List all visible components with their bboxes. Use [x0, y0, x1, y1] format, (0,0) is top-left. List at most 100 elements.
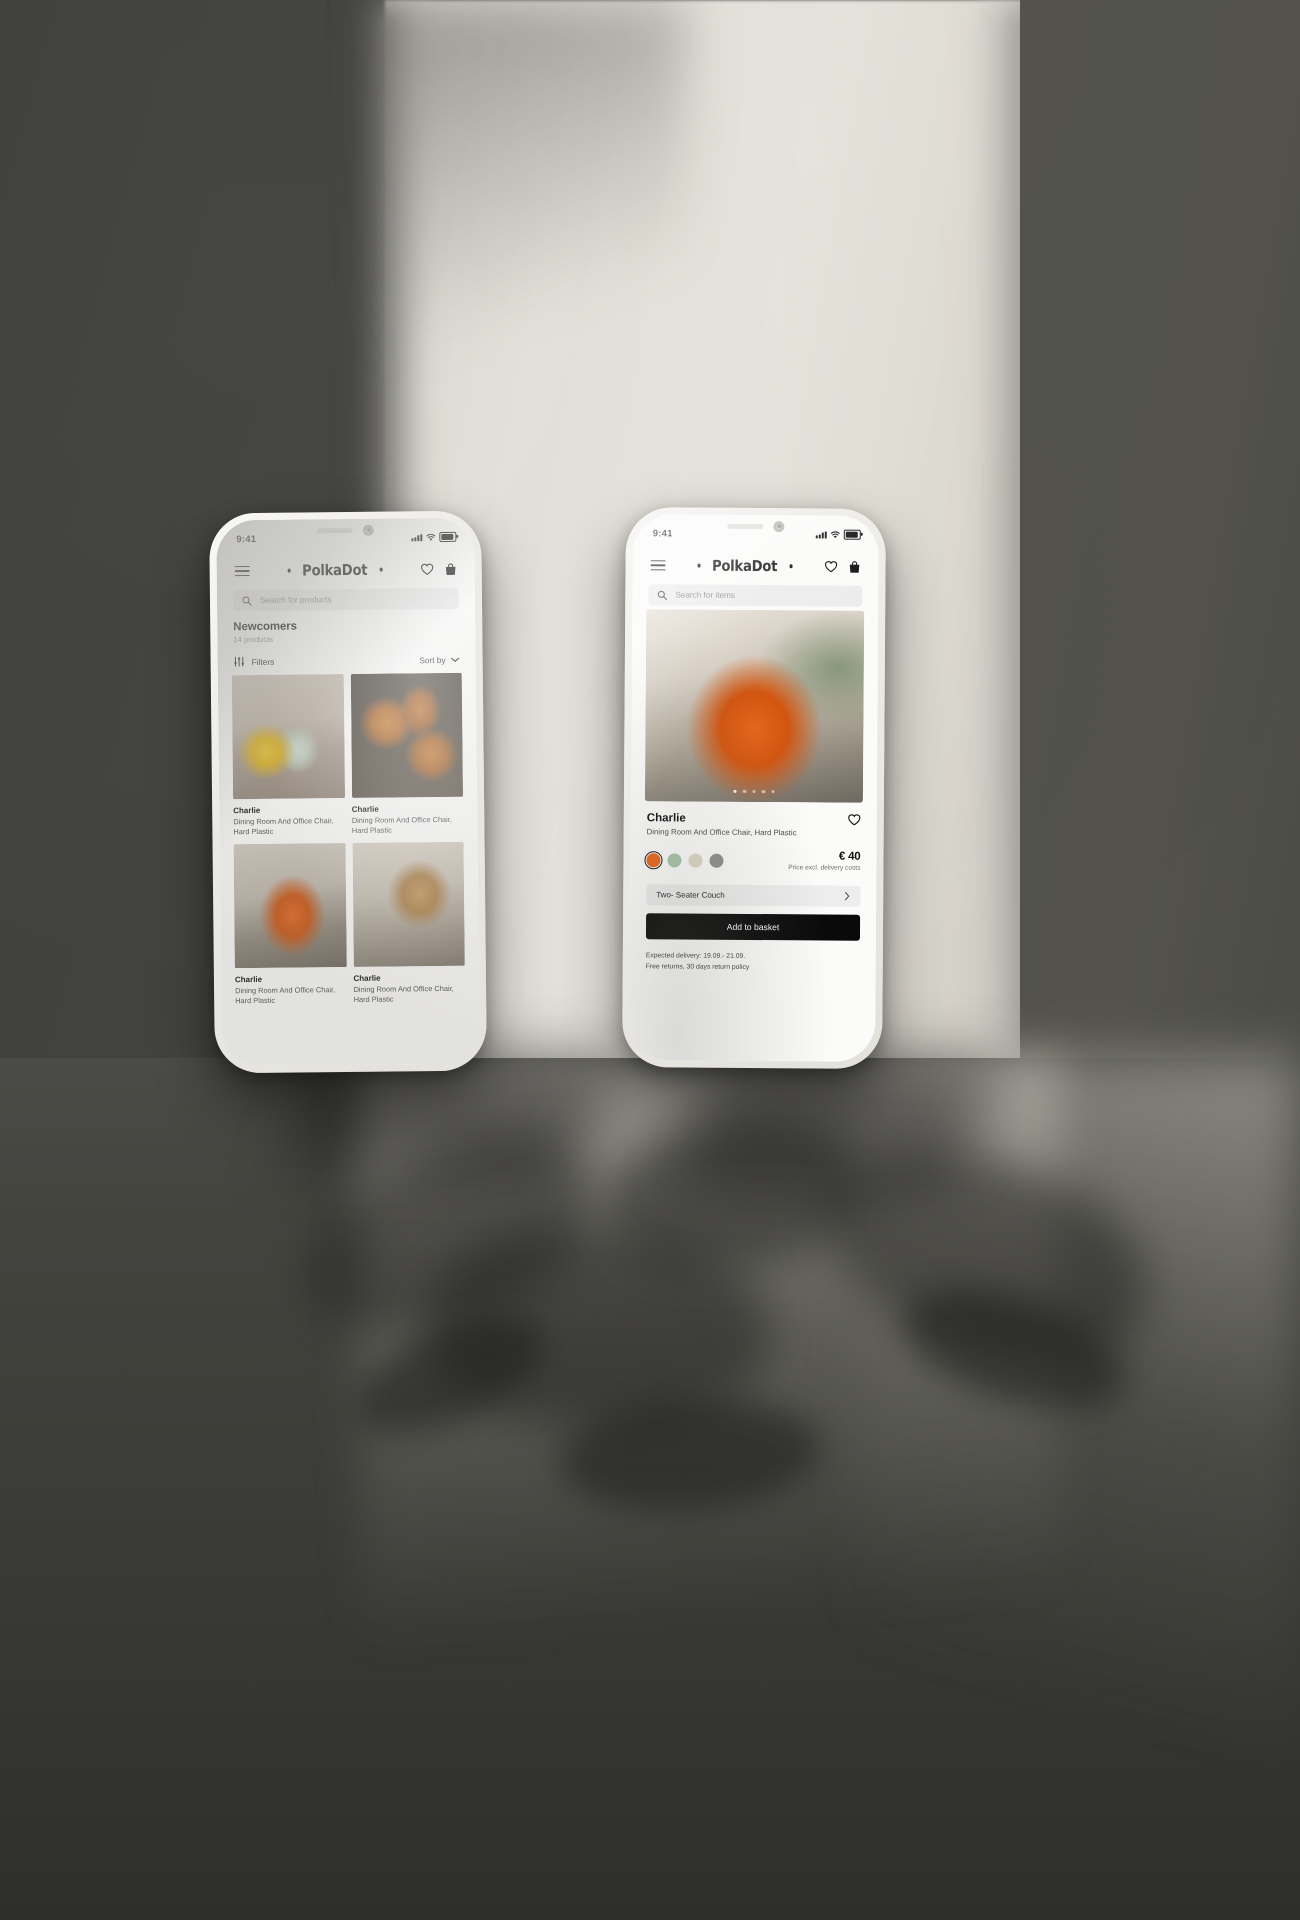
search-input[interactable]: Search for items [648, 584, 863, 607]
product-card[interactable]: Charlie Dining Room And Office Chair, Ha… [350, 672, 464, 836]
brand-logo: PolkaDot [697, 556, 793, 576]
earpiece-speaker [727, 523, 764, 530]
search-icon [657, 590, 667, 600]
product-card[interactable]: Charlie Dining Room And Office Chair, Ha… [352, 841, 465, 1005]
returns-policy: Free returns, 30 days return policy [645, 962, 750, 971]
wifi-icon [830, 530, 840, 538]
wifi-icon [426, 533, 436, 541]
notch [727, 521, 785, 533]
sliders-icon [234, 656, 244, 667]
front-camera [773, 521, 785, 533]
product-name: Charlie [646, 812, 686, 825]
delivery-info: Expected delivery: 19.09.- 21.09. Free r… [630, 939, 876, 974]
shopping-bag-icon[interactable] [848, 560, 860, 573]
page-title: Newcomers [233, 620, 297, 634]
chevron-right-icon [844, 892, 850, 901]
notch [316, 524, 374, 537]
product-title-row: Charlie [631, 801, 877, 826]
product-name: Charlie [353, 973, 381, 983]
product-desc: Dining Room And Office Chair, Hard Plast… [646, 827, 797, 838]
product-name: Charlie [351, 804, 379, 814]
product-desc: Dining Room And Office Chair, Hard Plast… [353, 983, 454, 1004]
search-container: Search for items [632, 582, 878, 607]
variant-label: Two- Seater Couch [656, 890, 725, 900]
status-indicators [411, 532, 457, 542]
search-input[interactable]: Search for products [232, 587, 460, 612]
product-name: Charlie [233, 805, 261, 816]
product-image [231, 674, 345, 800]
app-bar: PolkaDot [632, 546, 878, 584]
filters-label: Filters [251, 656, 275, 667]
polka-dot-right-icon [379, 567, 383, 572]
brand-name: PolkaDot [302, 560, 368, 580]
filter-sort-row: Filters Sort by [217, 642, 475, 676]
gallery-dot[interactable] [771, 789, 775, 794]
hamburger-icon[interactable] [234, 565, 250, 577]
battery-icon [439, 532, 457, 542]
status-indicators [815, 529, 861, 540]
color-swatch-grey[interactable] [709, 853, 724, 868]
product-grid: Charlie Dining Room And Office Chair, Ha… [218, 672, 479, 1007]
section-header: Newcomers 14 products [217, 609, 475, 645]
sort-by-label: Sort by [419, 654, 446, 665]
brand-name: PolkaDot [712, 556, 778, 576]
phone-cast-shadow-right [671, 1060, 999, 1190]
shopping-bag-icon[interactable] [445, 562, 457, 575]
product-desc: Dining Room And Office Chair, Hard Plast… [235, 985, 336, 1006]
price-block: € 40 Price excl. delivery costs [788, 850, 860, 872]
search-placeholder: Search for items [675, 590, 735, 600]
variant-selector[interactable]: Two- Seater Couch [646, 884, 861, 907]
status-clock: 9:41 [236, 533, 257, 545]
gallery-dot[interactable] [752, 789, 756, 794]
search-placeholder: Search for products [259, 595, 332, 605]
filters-button[interactable]: Filters [234, 656, 275, 667]
chevron-down-icon [450, 657, 460, 662]
add-to-basket-button[interactable]: Add to basket [645, 913, 861, 941]
app-bar: PolkaDot [216, 550, 474, 589]
app-bar-actions [421, 562, 457, 575]
status-bar: 9:41 [633, 514, 879, 548]
color-swatch-orange[interactable] [644, 850, 663, 870]
color-swatch-sand[interactable] [688, 853, 703, 868]
price-note: Price excl. delivery costs [788, 864, 861, 872]
polka-dot-left-icon [287, 568, 292, 573]
phone-right: 9:41 PolkaDot Search for items Charlie D… [622, 507, 886, 1069]
gallery-dot-active[interactable] [733, 789, 737, 793]
product-card[interactable]: Charlie Dining Room And Office Chair, Ha… [233, 843, 347, 1006]
product-desc: Dining Room And Office Chair, Hard Plast… [351, 814, 452, 835]
front-camera [362, 524, 374, 536]
heart-icon[interactable] [421, 563, 434, 575]
phone-left-screen: 9:41 PolkaDot Search for products Newcom… [216, 517, 480, 1067]
signal-icon [815, 530, 827, 539]
color-swatch-sage[interactable] [667, 852, 682, 867]
product-card[interactable]: Charlie Dining Room And Office Chair, Ha… [231, 674, 345, 837]
product-desc: Dining Room And Office Chair, Hard Plast… [233, 816, 334, 837]
add-to-basket-label: Add to basket [726, 921, 780, 933]
product-price: € 40 [838, 850, 861, 863]
favorite-heart-icon[interactable] [848, 814, 861, 826]
polka-dot-right-icon [789, 564, 793, 569]
heart-icon[interactable] [824, 560, 838, 573]
status-bar: 9:41 [216, 518, 474, 553]
sort-by-button[interactable]: Sort by [419, 654, 460, 665]
app-bar-actions [824, 560, 860, 573]
gallery-dot[interactable] [742, 789, 747, 793]
product-name: Charlie [234, 974, 263, 985]
product-image [350, 672, 464, 798]
polka-dot-left-icon [697, 563, 702, 568]
status-clock: 9:41 [652, 527, 673, 539]
phone-cast-shadow-left [275, 1055, 625, 1175]
search-icon [242, 596, 252, 606]
signal-icon [411, 533, 423, 542]
phone-right-screen: 9:41 PolkaDot Search for items Charlie D… [629, 514, 879, 1062]
color-and-price-row: € 40 Price excl. delivery costs [630, 836, 876, 872]
color-swatches [644, 850, 724, 870]
product-image [233, 843, 347, 969]
phone-left: 9:41 PolkaDot Search for products Newcom… [209, 510, 487, 1074]
product-gallery[interactable] [644, 609, 865, 803]
search-container: Search for products [217, 586, 475, 612]
gallery-dot[interactable] [761, 789, 766, 794]
earpiece-speaker [316, 527, 353, 534]
gallery-pagination [733, 789, 775, 794]
hamburger-icon[interactable] [650, 559, 666, 571]
